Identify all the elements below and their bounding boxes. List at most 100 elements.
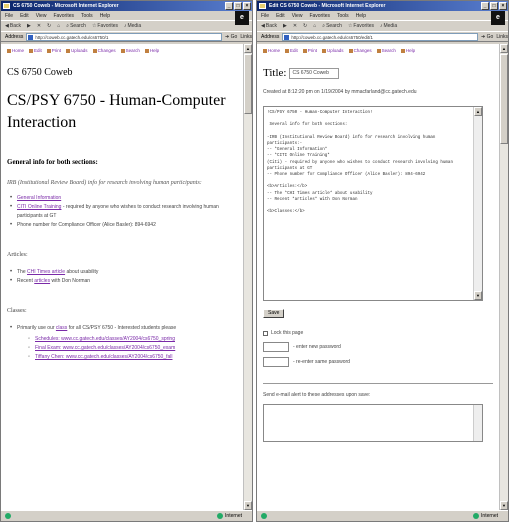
scroll-up-icon[interactable]: ▲ (244, 44, 252, 53)
nav-home[interactable]: Home (263, 48, 280, 53)
menu-tools[interactable]: Tools (337, 13, 349, 19)
list-item[interactable]: Final Exam: www.cc.gatech.edu/classes/AY… (25, 344, 237, 353)
articles-link[interactable]: articles (34, 278, 50, 284)
search-small-icon (120, 48, 125, 53)
favorites-button[interactable]: ☆ Favorites (348, 23, 374, 29)
menu-help[interactable]: Help (100, 13, 110, 19)
address-label: Address (261, 33, 280, 40)
list-item[interactable]: Tiffany Chen: www.cc.gatech.edu/classes/… (25, 353, 237, 362)
scroll-thumb[interactable] (244, 54, 252, 114)
scroll-down-icon[interactable]: ▼ (244, 501, 252, 510)
address-input[interactable]: http://coweb.cc.gatech.edu/cs6750/1 (26, 32, 223, 41)
list-item: Phone number for Compliance Officer (Ali… (7, 221, 237, 230)
nav-changes[interactable]: Changes (92, 48, 116, 53)
favorites-button[interactable]: ☆ Favorites (92, 23, 118, 29)
title-input[interactable]: CS 6750 Coweb (289, 67, 340, 79)
scroll-thumb[interactable] (500, 54, 508, 144)
created-info: Created at 8:12:20 pm on 1/19/2004 by mm… (263, 89, 417, 95)
refresh-icon[interactable]: ↻ (47, 23, 51, 29)
maximize-button[interactable]: □ (490, 2, 498, 10)
lock-label: Lock this page (271, 330, 304, 336)
save-button[interactable]: Save (263, 309, 285, 318)
nav-help[interactable]: Help (144, 48, 159, 53)
vertical-scrollbar[interactable]: ▲ ▼ (243, 44, 252, 510)
forward-icon[interactable]: ▶ (283, 23, 287, 29)
menu-help[interactable]: Help (356, 13, 366, 19)
address-bar: Address http://coweb.cc.gatech.edu/cs675… (257, 31, 508, 42)
scroll-down-icon[interactable]: ▼ (500, 501, 508, 510)
lock-checkbox[interactable] (263, 330, 268, 336)
back-button[interactable]: ◀ Back (261, 23, 277, 29)
go-button[interactable]: ➜ Go (481, 34, 493, 40)
menu-view[interactable]: View (292, 13, 303, 19)
stop-icon[interactable]: ✕ (293, 23, 297, 29)
search-button[interactable]: ⌕ Search (322, 23, 342, 29)
home-icon[interactable]: ⌂ (57, 23, 60, 29)
menu-edit[interactable]: Edit (20, 13, 29, 19)
title-bar[interactable]: Edit CS 6750 Coweb - Microsoft Internet … (257, 1, 508, 11)
articles-list: The CHI Times article about usability Re… (7, 268, 237, 286)
status-bar: Internet (257, 510, 508, 521)
chi-article-link[interactable]: CHI Times article (27, 269, 65, 275)
nav-home[interactable]: Home (7, 48, 24, 53)
maximize-button[interactable]: □ (234, 2, 242, 10)
title-row: Title: CS 6750 Coweb (263, 67, 493, 79)
editor-scrollbar[interactable]: ▲ ▼ (473, 107, 482, 300)
menu-edit[interactable]: Edit (276, 13, 285, 19)
go-button[interactable]: ➜ Go (225, 34, 237, 40)
class-link[interactable]: class (56, 325, 67, 331)
nav-edit[interactable]: Edit (285, 48, 298, 53)
menu-tools[interactable]: Tools (81, 13, 93, 19)
nav-help[interactable]: Help (400, 48, 415, 53)
nav-print[interactable]: Print (46, 48, 61, 53)
menu-favorites[interactable]: Favorites (53, 13, 74, 19)
back-button[interactable]: ◀ Back (5, 23, 21, 29)
irb-list: General Information CITI Online Training… (7, 194, 237, 230)
minimize-button[interactable]: _ (481, 2, 489, 10)
nav-changes[interactable]: Changes (348, 48, 372, 53)
close-button[interactable]: × (243, 2, 251, 10)
media-button[interactable]: ♪ Media (124, 23, 141, 29)
media-button[interactable]: ♪ Media (380, 23, 397, 29)
changes-small-icon (92, 48, 97, 53)
new-password-field[interactable] (263, 342, 289, 352)
nav-uploads[interactable]: Uploads (66, 48, 88, 53)
nav-edit[interactable]: Edit (29, 48, 42, 53)
links-button[interactable]: Links (240, 34, 252, 40)
citi-link[interactable]: CITI Online Training (17, 204, 61, 210)
menu-file[interactable]: File (5, 13, 13, 19)
menu-view[interactable]: View (36, 13, 47, 19)
go-arrow-icon: ➜ (225, 33, 230, 40)
confirm-password-field[interactable] (263, 357, 289, 367)
home-icon[interactable]: ⌂ (313, 23, 316, 29)
forward-icon[interactable]: ▶ (27, 23, 31, 29)
nav-search[interactable]: Search (376, 48, 396, 53)
page-source-editor[interactable]: !CS/PSY 6750 - Human-Computer Interactio… (263, 106, 483, 301)
nav-uploads[interactable]: Uploads (322, 48, 344, 53)
home-small-icon (7, 48, 11, 53)
irb-general-link[interactable]: General Information (17, 195, 61, 201)
list-item[interactable]: Schedules: www.cc.gatech.edu/classes/AY2… (25, 335, 237, 344)
email-alert-field[interactable] (263, 404, 483, 442)
nav-print[interactable]: Print (302, 48, 317, 53)
scroll-up-icon[interactable]: ▲ (474, 107, 482, 116)
menu-favorites[interactable]: Favorites (309, 13, 330, 19)
password-row: - enter new password (263, 342, 493, 352)
scroll-down-icon[interactable]: ▼ (474, 291, 482, 300)
address-input[interactable]: http://coweb.cc.gatech.edu/cs6750/edit/1 (282, 32, 479, 41)
minimize-button[interactable]: _ (225, 2, 233, 10)
links-button[interactable]: Links (496, 34, 508, 40)
search-button[interactable]: ⌕ Search (66, 23, 86, 29)
vertical-scrollbar[interactable]: ▲ ▼ (499, 44, 508, 510)
scroll-up-icon[interactable]: ▲ (500, 44, 508, 53)
menu-file[interactable]: File (261, 13, 269, 19)
refresh-icon[interactable]: ↻ (303, 23, 307, 29)
page-done-icon (261, 513, 267, 519)
email-scrollbar[interactable] (473, 405, 482, 441)
close-button[interactable]: × (499, 2, 507, 10)
stop-icon[interactable]: ✕ (37, 23, 41, 29)
ie-app-icon (3, 3, 10, 9)
title-bar[interactable]: CS 6750 Coweb - Microsoft Internet Explo… (1, 1, 252, 11)
nav-search[interactable]: Search (120, 48, 140, 53)
classes-list: Primarily use our class for all CS/PSY 6… (7, 324, 237, 333)
